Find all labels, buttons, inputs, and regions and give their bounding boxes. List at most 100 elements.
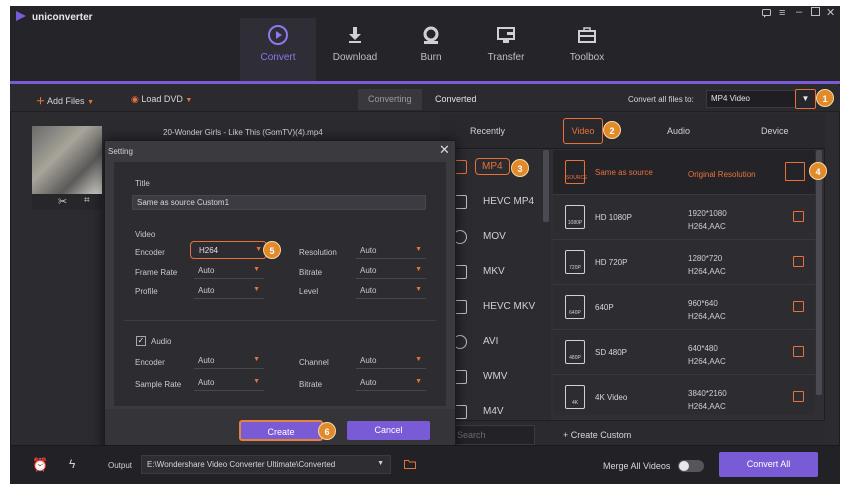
title-label: Title [135,179,150,188]
profile-value: Auto [198,286,215,295]
format-item-mp4[interactable]: MP4 [441,150,551,185]
channel-select[interactable]: Auto ▼ [356,356,426,369]
1080p-icon: 1080P [565,205,585,229]
audio-checkbox[interactable]: ✓ [136,336,146,346]
format-item-wmv[interactable]: WMV [441,360,551,395]
create-button[interactable]: Create [239,420,323,441]
tab-converted[interactable]: Converted [425,89,487,110]
nav-convert-label: Convert [260,52,296,63]
chevron-down-icon[interactable]: ▼ [87,99,94,106]
profile-select[interactable]: Auto ▼ [194,286,264,299]
preset-item-hd-720p[interactable]: 720P HD 720P 1280*720 H264,AAC [553,240,815,285]
create-custom-button[interactable]: + Create Custom [563,430,631,440]
preset-resolution-value: 1920*1080 [688,209,727,218]
4k-icon: 4K [565,385,585,409]
preset-item-640p[interactable]: 640P 640P 960*640 H264,AAC [553,285,815,330]
nav-toolbox[interactable]: Toolbox [552,24,622,63]
video-thumbnail[interactable] [32,126,102,194]
burn-icon [423,26,439,44]
close-window-icon[interactable]: ✕ [826,6,835,19]
chevron-down-icon[interactable]: ▼ [185,97,192,104]
convert-all-dropdown-button[interactable]: ▼ [795,89,816,109]
preset-item-4k-video[interactable]: 4K 4K Video 3840*2160 H264,AAC [553,375,815,415]
frame-rate-select[interactable]: Auto ▼ [194,266,264,279]
chevron-down-icon: ▼ [415,246,422,253]
preset-item-same-as-source[interactable]: SOURCE Same as source Original Resolutio… [553,150,815,195]
bitrate-value: Auto [360,266,377,275]
preset-item-hd-1080p[interactable]: 1080P HD 1080P 1920*1080 H264,AAC [553,195,815,240]
tab-video[interactable]: Video [563,118,603,144]
format-item-mkv[interactable]: MKV [441,255,551,290]
nav-convert[interactable]: Convert [243,24,313,63]
edit-icon[interactable] [793,301,804,312]
nav-burn[interactable]: Burn [396,24,466,63]
preset-resolution-value: 640*480 [688,344,718,353]
divider [124,320,436,321]
format-list-scrollbar[interactable] [543,150,549,222]
thumbnail-tools: ✂ ⌗ [32,194,102,210]
audio-encoder-value: Auto [198,356,215,365]
format-item-mov[interactable]: MOV [441,220,551,255]
frame-rate-label: Frame Rate [135,268,178,277]
plus-icon: ＋ [36,96,46,106]
tab-recently[interactable]: Recently [470,126,505,136]
lightning-icon[interactable]: ϟ [69,457,75,471]
format-item-avi[interactable]: AVI [441,325,551,360]
format-item-label: MP4 [475,158,510,175]
sample-rate-select[interactable]: Auto ▼ [194,378,264,391]
level-select[interactable]: Auto ▼ [356,286,426,299]
add-files-label: Add Files [47,96,85,106]
edit-icon[interactable] [793,211,804,222]
audio-bitrate-value: Auto [360,378,377,387]
add-files-button[interactable]: ＋ Add Files ▼ [36,94,94,107]
sample-rate-label: Sample Rate [135,380,182,389]
format-search-input[interactable]: Search [453,425,535,445]
preset-item-sd-480p[interactable]: 480P SD 480P 640*480 H264,AAC [553,330,815,375]
minimize-icon[interactable]: – [796,6,802,18]
resolution-select[interactable]: Auto ▼ [356,246,426,259]
convert-all-to-label: Convert all files to: [628,95,694,104]
format-item-hevc-mkv[interactable]: HEVC MKV [441,290,551,325]
format-item-hevc-mp4[interactable]: HEVC MP4 [441,185,551,220]
convert-all-button[interactable]: Convert All [719,452,818,477]
preset-name: Same as source [595,168,653,177]
edit-icon[interactable] [785,162,805,181]
format-item-m4v[interactable]: M4V [441,395,551,420]
tab-audio[interactable]: Audio [667,126,690,136]
feedback-icon[interactable] [762,9,771,21]
alarm-clock-icon[interactable]: ⏰ [32,457,48,473]
folder-icon[interactable] [404,459,416,471]
output-path-select[interactable]: E:\Wondershare Video Converter Ultimate\… [141,455,391,474]
cancel-button[interactable]: Cancel [347,421,430,440]
crop-icon[interactable]: ⌗ [84,195,90,206]
title-input[interactable]: Same as source Custom1 [132,195,426,210]
scissors-icon[interactable]: ✂ [58,195,67,208]
audio-bitrate-select[interactable]: Auto ▼ [356,378,426,391]
encoder-label: Encoder [135,248,165,257]
load-dvd-label: Load DVD [141,94,183,104]
bitrate-select[interactable]: Auto ▼ [356,266,426,279]
audio-section-label: Audio [151,337,172,346]
menu-icon[interactable]: ≡ [779,7,785,19]
edit-icon[interactable] [793,256,804,267]
merge-all-videos-toggle[interactable] [678,460,704,472]
audio-encoder-select[interactable]: Auto ▼ [194,356,264,369]
edit-icon[interactable] [793,391,804,402]
nav-transfer[interactable]: Transfer [471,24,541,63]
edit-icon[interactable] [793,346,804,357]
nav-download[interactable]: Download [320,24,390,63]
load-dvd-button[interactable]: ◉ Load DVD ▼ [131,94,192,105]
preset-name: 640P [595,303,614,312]
preset-list-scrollbar[interactable] [816,150,822,395]
close-icon[interactable]: ✕ [439,142,450,158]
tab-converting[interactable]: Converting [358,89,422,110]
setting-dialog-title: Setting [108,147,133,156]
channel-label: Channel [299,358,329,367]
preset-codec: H264,AAC [688,312,726,321]
encoder-select[interactable]: H264 ▼ [190,241,267,259]
preset-resolution-value: 960*640 [688,299,718,308]
tab-device[interactable]: Device [761,126,789,136]
maximize-icon[interactable] [811,7,820,19]
preset-name: HD 1080P [595,213,632,222]
preset-name: HD 720P [595,258,628,267]
